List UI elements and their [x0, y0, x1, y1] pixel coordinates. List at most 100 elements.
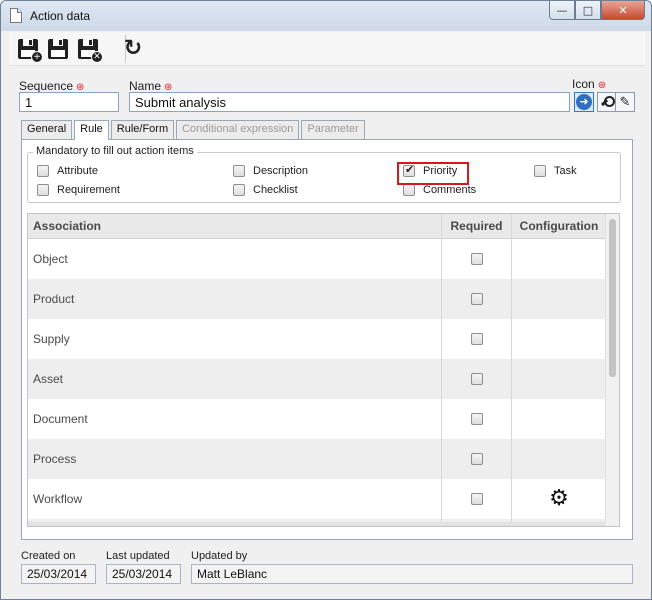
association-cell: Supply — [33, 332, 70, 346]
configuration-cell: ⚙ — [511, 479, 606, 519]
save-icon — [48, 39, 68, 59]
icon-label: Icon ⊛ — [572, 77, 607, 91]
gear-icon[interactable]: ⚙ — [549, 488, 569, 510]
column-header-association[interactable]: Association — [28, 214, 441, 238]
task-checkbox[interactable]: Task — [534, 165, 577, 177]
checkbox[interactable] — [37, 184, 49, 196]
mandatory-items-group: Mandatory to fill out action items Attri… — [27, 145, 621, 203]
checkbox[interactable] — [233, 165, 245, 177]
comments-checkbox[interactable]: Comments — [403, 184, 476, 196]
required-cell — [441, 319, 511, 359]
required-checkbox[interactable] — [470, 373, 483, 385]
column-header-configuration[interactable]: Configuration — [511, 214, 606, 238]
table-row[interactable]: Asset — [28, 359, 606, 399]
table-row[interactable]: Product — [28, 279, 606, 319]
configuration-cell — [511, 279, 606, 319]
search-icon-button[interactable] — [597, 92, 617, 112]
required-checkbox[interactable] — [470, 493, 483, 505]
tab-general[interactable]: General — [21, 120, 73, 139]
required-checkbox[interactable] — [470, 453, 483, 465]
search-icon — [601, 95, 615, 109]
checkbox[interactable] — [534, 165, 546, 177]
updated-by-field: Matt LeBlanc — [191, 564, 633, 584]
last-updated-label: Last updated — [106, 550, 170, 562]
maximize-button[interactable]: □ — [575, 1, 601, 20]
grid-header: Association Required Configuration — [28, 214, 606, 239]
association-cell: Product — [33, 292, 75, 306]
name-label: Name ⊛ — [129, 79, 173, 93]
tab-rule-form[interactable]: Rule/Form — [110, 120, 175, 139]
configuration-cell — [511, 399, 606, 439]
checkbox[interactable] — [37, 165, 49, 177]
association-cell: Document — [33, 412, 88, 426]
window-title: Action data — [30, 9, 91, 23]
sequence-label: Sequence ⊛ — [19, 79, 85, 93]
save-and-new-icon: + — [18, 39, 43, 63]
association-cell: Object — [33, 252, 68, 266]
configuration-cell — [511, 239, 606, 279]
refresh-icon: ↻ — [123, 36, 143, 61]
required-cell — [441, 239, 511, 279]
table-row[interactable]: Supply — [28, 319, 606, 359]
configuration-cell — [511, 319, 606, 359]
vertical-scrollbar[interactable] — [605, 214, 619, 526]
eraser-icon: ✎ — [619, 94, 631, 110]
required-cell — [441, 439, 511, 479]
updated-by-label: Updated by — [191, 550, 248, 562]
required-icon: ⊛ — [597, 80, 607, 91]
configuration-cell — [511, 439, 606, 479]
description-checkbox[interactable]: Description — [233, 165, 308, 177]
required-cell — [441, 479, 511, 519]
horizontal-scrollbar[interactable] — [28, 522, 606, 526]
last-updated-field: 25/03/2014 — [106, 564, 181, 584]
refresh-button[interactable]: ↻ — [120, 36, 146, 62]
save-button[interactable] — [45, 36, 71, 62]
created-on-label: Created on — [21, 550, 76, 562]
tab-parameter: Parameter — [301, 120, 365, 139]
window-controls: — □ ✕ — [549, 1, 645, 20]
save-and-new-button[interactable]: + — [15, 36, 43, 63]
toolbar: + ✕ ↻ — [9, 32, 645, 66]
arrow-right-icon: ➜ — [576, 94, 592, 110]
table-row[interactable]: Workflow ⚙ — [28, 479, 606, 519]
tab-conditional-expression: Conditional expression — [176, 120, 300, 139]
minimize-button[interactable]: — — [549, 1, 575, 20]
association-cell: Workflow — [33, 492, 83, 506]
save-and-close-button[interactable]: ✕ — [75, 36, 103, 63]
required-checkbox[interactable] — [470, 413, 483, 425]
required-checkbox[interactable] — [470, 333, 483, 345]
checkbox[interactable] — [233, 184, 245, 196]
name-field[interactable]: Submit analysis — [129, 92, 570, 112]
scrollbar-thumb[interactable] — [609, 219, 616, 377]
grid-body: Object Product Supply Asset Document Pro… — [28, 239, 606, 526]
column-header-required[interactable]: Required — [441, 214, 511, 238]
table-row[interactable]: Object — [28, 239, 606, 279]
required-cell — [441, 399, 511, 439]
mandatory-items-legend: Mandatory to fill out action items — [33, 145, 197, 157]
table-row[interactable]: Process — [28, 439, 606, 479]
association-cell: Asset — [33, 372, 64, 386]
tab-rule[interactable]: Rule — [74, 120, 109, 140]
selected-icon-button[interactable]: ➜ — [574, 92, 594, 112]
tab-bar: General Rule Rule/Form Conditional expre… — [21, 120, 367, 140]
requirement-checkbox[interactable]: Requirement — [37, 184, 120, 196]
created-on-field: 25/03/2014 — [21, 564, 96, 584]
association-grid: Association Required Configuration Objec… — [27, 213, 620, 527]
checklist-checkbox[interactable]: Checklist — [233, 184, 298, 196]
checkbox[interactable] — [403, 184, 415, 196]
association-cell: Process — [33, 452, 77, 466]
rule-tab-panel: Mandatory to fill out action items Attri… — [21, 139, 633, 540]
action-data-window: Action data — □ ✕ + ✕ ↻ Sequence ⊛ 1 Nam… — [0, 0, 652, 600]
save-and-close-icon: ✕ — [78, 39, 103, 63]
attribute-checkbox[interactable]: Attribute — [37, 165, 98, 177]
required-cell — [441, 359, 511, 399]
priority-highlight-box — [397, 162, 469, 185]
clear-icon-button[interactable]: ✎ — [615, 92, 635, 112]
table-row[interactable]: Document — [28, 399, 606, 439]
sequence-field[interactable]: 1 — [19, 92, 119, 112]
required-checkbox[interactable] — [470, 253, 483, 265]
configuration-cell — [511, 359, 606, 399]
close-button[interactable]: ✕ — [601, 1, 645, 20]
required-checkbox[interactable] — [470, 293, 483, 305]
document-icon — [10, 8, 22, 23]
